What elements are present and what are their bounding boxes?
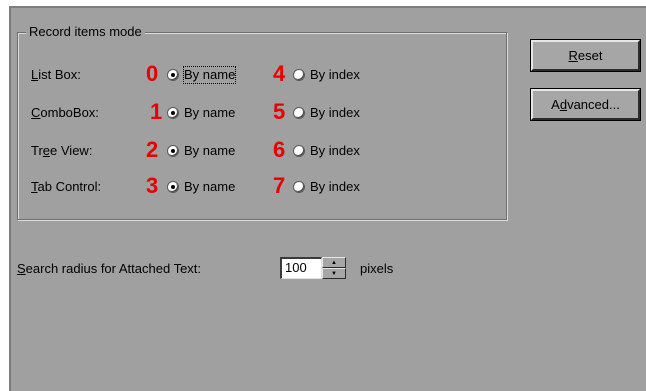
advanced-button-label: Advanced... [551,97,620,112]
annotation-number: 7 [273,173,286,198]
reset-button-label: Reset [568,48,603,63]
group-title: Record items mode [26,25,145,39]
radio-selected-dot [171,185,175,189]
combobox-by-name-label[interactable]: By name [184,105,235,121]
search-radius-spinner[interactable]: ▲ ▼ [322,257,346,279]
arrow-up-icon: ▲ [331,259,337,266]
tree-view-by-index-label[interactable]: By index [310,143,360,159]
annotation-number: 3 [146,173,159,198]
annotation-number: 5 [273,99,286,124]
combobox-by-index-label[interactable]: By index [310,105,360,121]
tree-view-label: Tree View: [31,143,93,158]
tree-view-by-name-radio[interactable] [167,145,179,157]
radio-selected-dot [171,73,175,77]
list-box-label: List Box: [31,67,81,82]
list-box-by-name-label[interactable]: By name [182,66,237,84]
annotation-number: 0 [146,61,159,86]
annotation-number: 1 [150,99,163,124]
annotation-number: 6 [273,137,286,162]
tab-control-by-name-radio[interactable] [167,181,179,193]
tab-control-by-name-label[interactable]: By name [184,179,235,195]
search-radius-input[interactable]: 100 [280,257,322,279]
radio-selected-dot [171,149,175,153]
spin-down-button[interactable]: ▼ [322,268,346,279]
search-radius-label: Search radius for Attached Text: [17,261,202,276]
list-box-by-name-radio[interactable] [167,69,179,81]
list-box-by-index-radio[interactable] [293,69,305,81]
combobox-by-name-radio[interactable] [167,107,179,119]
tree-view-by-name-label[interactable]: By name [184,143,235,159]
spin-up-button[interactable]: ▲ [322,257,346,268]
tab-control-by-index-label[interactable]: By index [310,179,360,195]
radio-selected-dot [171,111,175,115]
pixels-unit-label: pixels [360,261,394,276]
tab-control-label: Tab Control: [31,179,102,194]
reset-button[interactable]: Reset [530,39,641,72]
tab-control-by-index-radio[interactable] [293,181,305,193]
advanced-button[interactable]: Advanced... [530,88,641,121]
tree-view-by-index-radio[interactable] [293,145,305,157]
arrow-down-icon: ▼ [331,270,337,277]
combobox-by-index-radio[interactable] [293,107,305,119]
annotation-number: 2 [146,137,159,162]
annotation-number: 4 [273,61,286,86]
list-box-by-index-label[interactable]: By index [310,67,360,83]
combobox-label: ComboBox: [31,105,99,120]
